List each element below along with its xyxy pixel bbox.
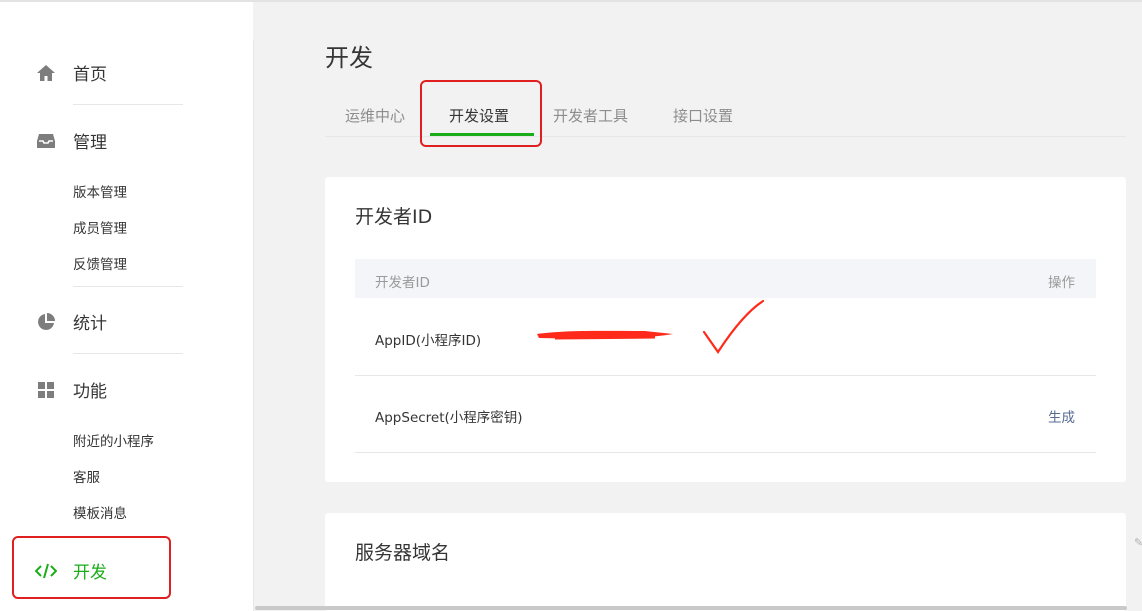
row-divider — [355, 375, 1096, 376]
card-title: 服务器域名 — [355, 542, 451, 564]
sidebar-item-manage[interactable]: 管理 — [35, 128, 107, 153]
highlight-box-tab — [420, 80, 542, 147]
sidebar-item-label: 管理 — [73, 133, 107, 153]
column-header-action: 操作 — [1048, 275, 1075, 291]
appid-label: AppID(小程序ID) — [375, 333, 482, 349]
divider — [73, 286, 183, 287]
sidebar-item-label: 统计 — [73, 314, 107, 334]
sidebar-item-features[interactable]: 功能 — [35, 377, 107, 402]
sidebar-item-version-manage[interactable]: 版本管理 — [73, 181, 127, 201]
appsecret-label: AppSecret(小程序密钥) — [375, 410, 523, 426]
grid-icon — [35, 379, 57, 401]
tab-developer-tools[interactable]: 开发者工具 — [553, 105, 628, 126]
pie-chart-icon — [35, 311, 57, 333]
sidebar-item-customer-service[interactable]: 客服 — [73, 466, 100, 486]
horizontal-scrollbar[interactable] — [255, 606, 1127, 610]
generate-secret-link[interactable]: 生成 — [1048, 406, 1075, 426]
row-divider — [355, 452, 1096, 453]
card-title: 开发者ID — [355, 206, 433, 228]
sidebar-item-feedback-manage[interactable]: 反馈管理 — [73, 253, 127, 273]
highlight-box-sidebar — [12, 536, 171, 599]
divider — [73, 104, 183, 105]
sidebar-item-label: 功能 — [73, 382, 107, 402]
edge-marker-icon: ✎ — [1134, 536, 1142, 549]
server-domain-card: 服务器域名 — [325, 513, 1126, 611]
check-mark-annotation — [702, 299, 765, 354]
sidebar-item-stats[interactable]: 统计 — [35, 309, 107, 334]
tab-ops-center[interactable]: 运维中心 — [345, 105, 405, 126]
sidebar-item-member-manage[interactable]: 成员管理 — [73, 217, 127, 237]
sidebar-item-home[interactable]: 首页 — [35, 60, 107, 85]
inbox-icon — [35, 130, 57, 152]
page-title: 开发 — [325, 44, 373, 72]
tab-api-settings[interactable]: 接口设置 — [673, 105, 733, 126]
home-icon — [35, 62, 57, 84]
sidebar-item-template-message[interactable]: 模板消息 — [73, 502, 127, 522]
table-header: 开发者ID 操作 — [355, 259, 1096, 298]
redaction-scribble — [537, 330, 673, 340]
sidebar-item-label: 首页 — [73, 65, 107, 85]
developer-id-card: 开发者ID 开发者ID 操作 AppID(小程序ID) AppSecret(小程… — [325, 177, 1126, 482]
divider — [73, 353, 183, 354]
sidebar-divider — [253, 40, 254, 611]
column-header-id: 开发者ID — [375, 275, 430, 291]
sidebar-item-nearby-miniprogram[interactable]: 附近的小程序 — [73, 430, 154, 450]
